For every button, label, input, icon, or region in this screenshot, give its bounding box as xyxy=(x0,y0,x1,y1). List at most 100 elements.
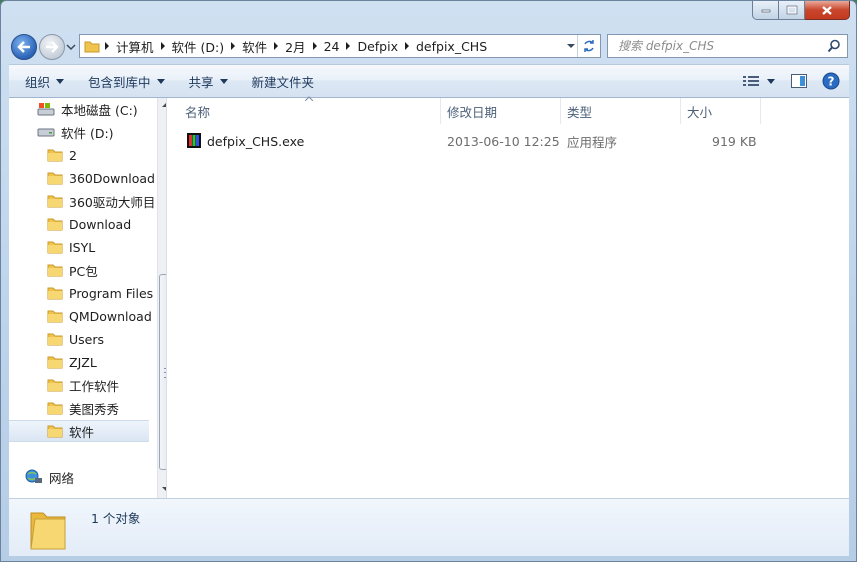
column-size-label: 大小 xyxy=(687,104,713,120)
search-icon[interactable] xyxy=(827,39,841,53)
include-in-library-button[interactable]: 包含到库中 xyxy=(80,68,173,94)
nav-item[interactable]: Download xyxy=(9,213,149,235)
nav-item[interactable]: 2 xyxy=(9,144,149,166)
scrollbar-thumb[interactable] xyxy=(159,274,166,470)
organize-button[interactable]: 组织 xyxy=(17,68,72,94)
address-bar[interactable]: 计算机 软件 (D:) 软件 2月 24 Defpix defpix_CHS xyxy=(79,34,601,58)
minimize-icon xyxy=(761,9,770,13)
navigation-pane: 本地磁盘 (C:) 软件 (D:) 2 360Download 360驱动大师目 Down… xyxy=(9,98,167,498)
close-icon xyxy=(822,5,832,15)
breadcrumb-chevron-icon[interactable] xyxy=(308,41,322,51)
nav-item[interactable]: QMDownload xyxy=(9,305,152,327)
nav-item-label: QMDownload xyxy=(69,308,152,324)
nav-item[interactable]: PC包 xyxy=(9,259,149,281)
nav-scrollbar[interactable] xyxy=(157,98,166,498)
nav-item[interactable]: ISYL xyxy=(9,236,149,258)
nav-item[interactable]: ZJZL xyxy=(9,351,149,373)
folder-icon xyxy=(84,41,100,53)
back-arrow-icon xyxy=(17,41,30,53)
nav-item[interactable]: 360驱动大师目 xyxy=(9,190,155,212)
breadcrumb-item[interactable]: Defpix xyxy=(341,35,400,57)
breadcrumb-item[interactable]: 2月 xyxy=(269,35,307,57)
include-in-library-label: 包含到库中 xyxy=(88,74,151,90)
breadcrumb-chevron-icon[interactable] xyxy=(341,41,355,51)
folder-icon xyxy=(47,194,63,208)
address-dropdown-icon[interactable] xyxy=(566,42,576,50)
new-folder-label: 新建文件夹 xyxy=(251,74,315,90)
minimize-button[interactable] xyxy=(752,1,779,20)
share-button[interactable]: 共享 xyxy=(181,68,236,94)
column-header-name[interactable]: 名称 xyxy=(179,98,441,124)
nav-item[interactable]: 美图秀秀 xyxy=(9,397,149,419)
forward-button[interactable] xyxy=(39,34,65,60)
column-header-size[interactable]: 大小 xyxy=(681,98,761,124)
preview-pane-button[interactable] xyxy=(787,69,811,93)
nav-item-label: ISYL xyxy=(69,239,96,255)
chevron-down-icon xyxy=(56,78,65,84)
column-header-modified[interactable]: 修改日期 xyxy=(441,98,561,124)
toolbar-right: ? xyxy=(739,69,843,93)
nav-item-label: 工作软件 xyxy=(69,378,120,394)
file-list: 名称 修改日期 类型 大小 defpix_CHS.exe 2013-06-10 … xyxy=(167,96,849,498)
maximize-icon xyxy=(786,5,797,15)
search-input[interactable] xyxy=(616,38,820,54)
back-button[interactable] xyxy=(11,34,37,60)
close-button[interactable] xyxy=(805,1,850,20)
nav-item-label: 网络 xyxy=(49,470,75,486)
nav-item[interactable]: Program Files xyxy=(9,282,153,304)
folder-icon xyxy=(47,240,63,254)
large-folder-icon xyxy=(30,512,66,550)
breadcrumb-item[interactable]: 软件 (D:) xyxy=(156,35,227,57)
breadcrumb-label: 软件 xyxy=(242,39,268,55)
breadcrumb-item[interactable]: 24 xyxy=(308,35,342,57)
nav-item[interactable]: 软件 xyxy=(9,420,149,442)
table-row[interactable]: defpix_CHS.exe 2013-06-10 12:25 应用程序 919… xyxy=(179,130,779,152)
breadcrumb-chevron-icon[interactable] xyxy=(269,41,283,51)
file-name: defpix_CHS.exe xyxy=(207,133,305,149)
nav-item-label: ZJZL xyxy=(69,354,97,370)
nav-item[interactable]: Users xyxy=(9,328,149,350)
breadcrumb-item[interactable]: 计算机 xyxy=(100,35,156,57)
breadcrumb-label: Defpix xyxy=(357,38,398,54)
nav-item[interactable]: 360Download xyxy=(9,167,155,189)
nav-item-label: 软件 (D:) xyxy=(61,125,114,141)
view-options-button[interactable] xyxy=(739,69,779,93)
nav-item-label: 本地磁盘 (C:) xyxy=(61,102,138,118)
file-modified: 2013-06-10 12:25 xyxy=(447,133,560,149)
folder-icon xyxy=(47,424,63,438)
folder-icon xyxy=(47,355,63,369)
file-type: 应用程序 xyxy=(567,134,618,150)
breadcrumb-item[interactable]: 软件 xyxy=(226,35,269,57)
refresh-button[interactable] xyxy=(577,35,600,57)
nav-item[interactable]: 软件 (D:) xyxy=(9,121,149,143)
nav-item[interactable]: 网络 xyxy=(9,466,149,488)
chevron-down-icon xyxy=(767,78,775,84)
folder-icon xyxy=(47,401,63,415)
breadcrumb-chevron-icon[interactable] xyxy=(100,41,114,51)
nav-item-label: Download xyxy=(69,216,132,232)
search-box[interactable] xyxy=(607,34,848,58)
recent-pages-chevron-icon[interactable] xyxy=(66,41,76,53)
breadcrumb: 计算机 软件 (D:) 软件 2月 24 Defpix defpix_CHS xyxy=(100,35,489,57)
column-header-type[interactable]: 类型 xyxy=(561,98,681,124)
svg-text:?: ? xyxy=(828,75,835,89)
nav-item-label: Program Files xyxy=(69,285,154,301)
breadcrumb-chevron-icon[interactable] xyxy=(226,41,240,51)
folder-icon xyxy=(47,286,63,300)
breadcrumb-chevron-icon[interactable] xyxy=(400,41,414,51)
breadcrumb-chevron-icon[interactable] xyxy=(156,41,170,51)
explorer-window: 计算机软件 (D:)软件2月24Defpixdefpix_CHS 组织 包含到库… xyxy=(0,0,857,562)
nav-item[interactable]: 工作软件 xyxy=(9,374,149,396)
folder-icon xyxy=(47,378,63,392)
forward-arrow-icon xyxy=(46,41,59,53)
nav-item[interactable]: 本地磁盘 (C:) xyxy=(9,98,149,120)
breadcrumb-label: defpix_CHS xyxy=(416,38,488,54)
maximize-button[interactable] xyxy=(779,1,805,20)
column-type-label: 类型 xyxy=(567,104,593,120)
breadcrumb-item[interactable]: defpix_CHS xyxy=(400,35,489,57)
nav-item-label: 360驱动大师目 xyxy=(69,194,156,210)
folder-icon xyxy=(47,309,63,323)
details-view-icon xyxy=(743,76,759,86)
new-folder-button[interactable]: 新建文件夹 xyxy=(244,68,323,94)
help-button[interactable]: ? xyxy=(819,69,843,93)
